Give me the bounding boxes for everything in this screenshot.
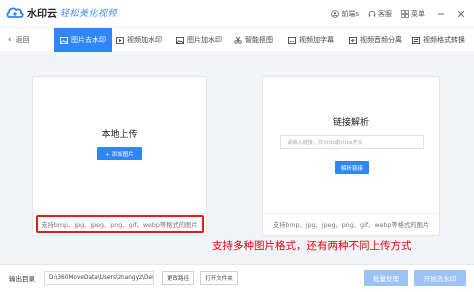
headset-icon xyxy=(368,10,376,17)
menu-button[interactable]: 菜单 xyxy=(401,9,425,19)
minimize-icon xyxy=(438,13,444,14)
tab-label: 视频格式转换 xyxy=(423,36,465,44)
start-remove-watermark-button[interactable]: 开始去水印 xyxy=(414,270,466,286)
support-button[interactable]: 客服 xyxy=(368,9,392,19)
app-name: 水印云 xyxy=(27,9,57,20)
user-label: 前端s xyxy=(341,9,359,18)
output-dir-label: 输出目录 xyxy=(9,275,35,283)
tab-label: 视频音频分离 xyxy=(360,36,402,44)
audio-split-icon xyxy=(349,36,357,44)
tab-label: 智能抠图 xyxy=(245,36,273,44)
close-icon xyxy=(457,10,465,17)
open-folder-button[interactable]: 打开文件夹 xyxy=(200,271,238,285)
close-button[interactable] xyxy=(454,7,468,21)
cutout-icon xyxy=(234,36,242,44)
app-slogan: 轻松美化视频 xyxy=(60,9,118,19)
convert-icon xyxy=(412,36,420,44)
video-icon xyxy=(116,36,124,44)
local-upload-panel[interactable]: 本地上传 + 添加图片 支持bmp、jpg、jpeg、png、gif、webp等… xyxy=(32,76,207,236)
batch-process-button[interactable]: 批量处理 xyxy=(364,270,408,286)
image-icon xyxy=(60,36,68,44)
tab-label: 图片去水印 xyxy=(71,36,106,44)
tab-video-watermark-add[interactable]: 视频加水印 xyxy=(116,28,162,52)
link-parse-title: 链接解析 xyxy=(332,117,369,127)
tab-image-watermark-add[interactable]: 图片加水印 xyxy=(176,28,222,52)
bell-icon xyxy=(331,9,340,18)
tab-label: 图片加水印 xyxy=(187,36,222,44)
title-bar: 水印云 轻松美化视频 前端s 客服 菜单 xyxy=(0,0,474,27)
feature-nav: ‹ 返回 图片去水印 视频加水印 图片加水印 智能抠图 视频加字幕 视频音频分离… xyxy=(0,27,474,52)
tab-label: 视频加字幕 xyxy=(299,36,334,44)
tab-video-format-convert[interactable]: 视频格式转换 xyxy=(412,28,465,52)
user-button[interactable]: 前端s xyxy=(331,9,359,19)
subtitle-icon xyxy=(288,36,296,44)
output-bar: 输出目录 D:\360MoveData\Users\zhangyz\Des 更改… xyxy=(0,264,474,292)
annotation-caption: 支持多种图片格式，还有两种不同上传方式 xyxy=(212,240,412,252)
tab-video-audio-split[interactable]: 视频音频分离 xyxy=(349,28,402,52)
output-path-field[interactable]: D:\360MoveData\Users\zhangyz\Des xyxy=(44,271,154,285)
supported-formats-text: 支持bmp、jpg、jpeg、png、gif、webp等格式的图片 xyxy=(263,213,439,235)
url-input[interactable]: 请输入链接，仅http或https开头 xyxy=(280,135,424,149)
tab-smart-cutout[interactable]: 智能抠图 xyxy=(234,28,273,52)
support-label: 客服 xyxy=(378,9,392,18)
menu-label: 菜单 xyxy=(411,9,425,18)
image-add-icon xyxy=(176,36,184,44)
back-label: 返回 xyxy=(15,36,30,44)
tab-video-subtitle[interactable]: 视频加字幕 xyxy=(288,28,334,52)
local-upload-title: 本地上传 xyxy=(101,129,138,139)
tab-image-watermark-remove[interactable]: 图片去水印 xyxy=(54,28,112,52)
highlight-box xyxy=(36,215,204,233)
back-button[interactable]: ‹ 返回 xyxy=(8,28,30,52)
add-image-button[interactable]: + 添加图片 xyxy=(97,147,142,160)
link-parse-panel: 链接解析 请输入链接，仅http或https开头 解析链接 支持bmp、jpg、… xyxy=(262,76,440,236)
menu-icon xyxy=(401,9,409,18)
parse-link-button[interactable]: 解析链接 xyxy=(335,161,369,174)
cloud-logo-icon xyxy=(6,7,24,18)
tab-label: 视频加水印 xyxy=(127,36,162,44)
minimize-button[interactable] xyxy=(434,7,448,21)
chevron-left-icon: ‹ xyxy=(8,35,12,45)
change-path-button[interactable]: 更改路径 xyxy=(162,271,194,285)
